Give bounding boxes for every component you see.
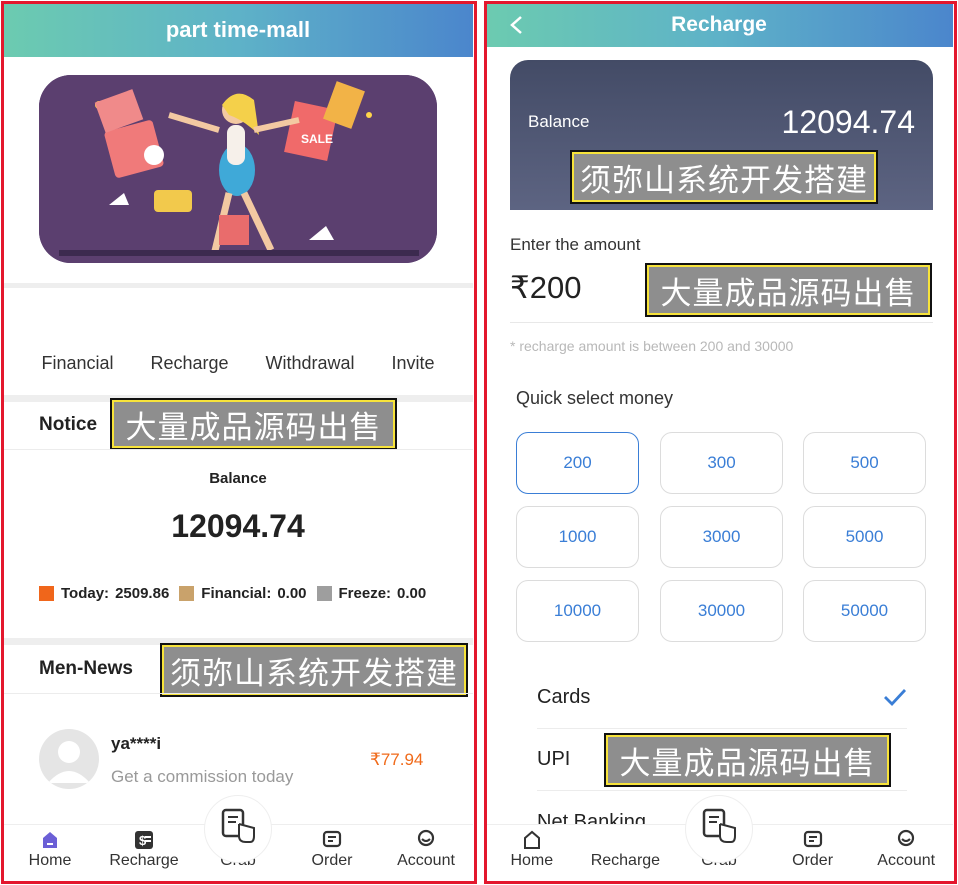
promo-banner[interactable]: SALE <box>39 75 437 263</box>
watermark-overlay: 须弥山系统开发搭建 <box>570 150 878 204</box>
tab-bar: Home Recharge Grab Order Account <box>485 795 953 882</box>
shopping-illustration: SALE <box>39 75 437 263</box>
today-value: 2509.86 <box>115 585 170 602</box>
notice-title: Notice <box>39 414 98 435</box>
amount-option[interactable]: 5000 <box>803 506 926 568</box>
divider <box>3 693 473 694</box>
card-balance-label: Balance <box>528 112 590 131</box>
home-header: part time-mall <box>3 3 473 57</box>
amount-option[interactable]: 300 <box>660 432 783 494</box>
home-screen: part time-mall SALE Financial Recharge W… <box>0 0 478 885</box>
amount-input[interactable]: ₹200 <box>510 270 581 306</box>
order-icon <box>322 830 342 848</box>
wallet-icon: $ <box>135 831 153 849</box>
tab-grab[interactable]: Grab <box>191 795 285 882</box>
account-icon <box>898 829 915 847</box>
freeze-value: 0.00 <box>397 585 427 602</box>
quick-nav: Financial Recharge Withdrawal Invite <box>3 353 473 374</box>
order-icon <box>803 830 822 848</box>
amount-option[interactable]: 200 <box>516 432 639 494</box>
amount-option[interactable]: 50000 <box>803 580 926 642</box>
nav-financial[interactable]: Financial <box>41 353 113 374</box>
amount-option[interactable]: 30000 <box>660 580 783 642</box>
home-icon <box>43 832 57 848</box>
check-icon <box>884 689 907 707</box>
app-title: part time-mall <box>165 17 311 42</box>
account-icon <box>417 829 435 847</box>
tab-order[interactable]: Order <box>285 825 379 882</box>
section-divider <box>3 283 473 288</box>
recharge-header: Recharge <box>485 3 953 47</box>
today-swatch <box>39 586 54 601</box>
amount-hint: * recharge amount is between 200 and 300… <box>510 338 794 354</box>
financial-label: Financial: <box>201 585 272 602</box>
news-amount: ₹77.94 <box>370 750 424 769</box>
news-desc: Get a commission today <box>111 767 294 786</box>
recharge-screen: Recharge Balance 12094.74 须弥山系统开发搭建 Ente… <box>482 0 958 885</box>
news-user: ya****i <box>111 734 162 753</box>
amount-option[interactable]: 3000 <box>660 506 783 568</box>
avatar <box>39 729 99 789</box>
user-icon <box>48 741 90 783</box>
today-label: Today: <box>61 585 110 602</box>
grab-hand-icon <box>221 808 255 843</box>
amount-option[interactable]: 500 <box>803 432 926 494</box>
grab-bubble <box>204 795 272 863</box>
watermark-overlay: 大量成品源码出售 <box>110 398 397 450</box>
section-divider <box>3 638 473 645</box>
financial-value: 0.00 <box>277 585 307 602</box>
watermark-overlay: 大量成品源码出售 <box>604 733 891 787</box>
card-balance-value: 12094.74 <box>781 104 915 140</box>
tab-recharge[interactable]: Recharge <box>579 825 673 882</box>
tab-grab[interactable]: Grab <box>672 795 766 882</box>
tab-home[interactable]: Home <box>3 825 97 882</box>
watermark-overlay: 须弥山系统开发搭建 <box>160 643 468 697</box>
amount-option[interactable]: 10000 <box>516 580 639 642</box>
back-arrow-icon[interactable] <box>509 15 523 35</box>
watermark-overlay: 大量成品源码出售 <box>645 263 932 317</box>
freeze-swatch <box>316 586 332 601</box>
grab-bubble <box>684 795 753 863</box>
balance-stats: Today: 2509.86 Financial: 0.00 Freeze: 0… <box>39 585 436 602</box>
amount-option[interactable]: 1000 <box>516 506 639 568</box>
payment-cards[interactable]: Cards <box>537 667 907 729</box>
tab-account[interactable]: Account <box>859 825 953 882</box>
tab-account[interactable]: Account <box>379 825 473 882</box>
balance-value: 12094.74 <box>171 508 305 544</box>
wallet-icon <box>614 829 636 851</box>
nav-withdrawal[interactable]: Withdrawal <box>265 353 354 374</box>
nav-invite[interactable]: Invite <box>391 353 434 374</box>
svg-text:SALE: SALE <box>301 132 333 146</box>
divider <box>3 449 473 450</box>
quick-select-label: Quick select money <box>516 388 674 408</box>
balance-label: Balance <box>209 470 267 487</box>
financial-swatch <box>179 586 195 601</box>
amount-label: Enter the amount <box>510 235 641 254</box>
amount-underline <box>510 322 933 323</box>
tab-order[interactable]: Order <box>766 825 860 882</box>
news-title: Men-News <box>39 658 133 679</box>
nav-recharge[interactable]: Recharge <box>150 353 228 374</box>
freeze-label: Freeze: <box>338 585 392 602</box>
home-icon <box>523 830 540 849</box>
page-title: Recharge <box>671 13 767 36</box>
tab-bar: Home $ Recharge Grab Order Account <box>3 795 473 882</box>
tab-home[interactable]: Home <box>485 825 579 882</box>
tab-recharge[interactable]: $ Recharge <box>97 825 191 882</box>
grab-hand-icon <box>702 808 736 843</box>
